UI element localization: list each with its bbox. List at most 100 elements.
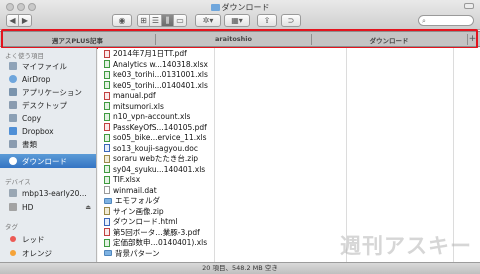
- xls-file-icon: [104, 238, 110, 247]
- xls-file-icon: [104, 112, 110, 121]
- columns-icon: ⫼: [165, 15, 170, 25]
- file-row[interactable]: サイン画像.zip: [104, 206, 209, 217]
- view-mode-control: ⊞ ☰ ⫼ ▭: [137, 14, 187, 27]
- sidebar: よく使う項目 マイファイル AirDrop アプリケーション デスクトップ Co…: [0, 48, 97, 262]
- xls-file-icon: [104, 175, 110, 184]
- chevron-left-icon: ◀: [9, 15, 16, 25]
- all-my-files-icon: [9, 62, 17, 70]
- sidebar-item-airdrop[interactable]: AirDrop: [0, 73, 96, 85]
- sidebar-item-tag-red[interactable]: レッド: [0, 233, 96, 245]
- window-title: ダウンロード: [0, 2, 480, 13]
- share-button[interactable]: ⇪: [257, 14, 277, 27]
- status-bar: 20 項目、548.2 MB 空き: [0, 262, 480, 274]
- file-row[interactable]: エモフォルダ: [104, 195, 209, 206]
- xls-file-icon: [104, 60, 110, 68]
- icon-view-button[interactable]: ⊞: [138, 15, 150, 26]
- pdf-file-icon: [104, 228, 110, 236]
- file-row[interactable]: ダウンロード.html: [104, 216, 209, 227]
- tags-heading: タグ: [5, 223, 18, 231]
- file-row[interactable]: manual.pdf: [104, 90, 209, 101]
- file-name: ダウンロード.html: [113, 217, 178, 226]
- arrange-icon: ▦▾: [231, 15, 243, 25]
- chevron-right-icon: ▶: [21, 15, 29, 25]
- forward-button[interactable]: ▶: [19, 15, 31, 26]
- quick-look-button[interactable]: ◉: [112, 14, 132, 27]
- red-tag-icon: [10, 236, 16, 242]
- back-forward-control: ◀ ▶: [6, 14, 32, 27]
- xls-file-icon: [104, 133, 110, 142]
- list-view-button[interactable]: ☰: [150, 15, 162, 26]
- file-name: soraru webたたき台.zip: [113, 154, 199, 163]
- cover-flow-button[interactable]: ▭: [174, 15, 186, 26]
- file-row[interactable]: TIF.xlsx: [104, 174, 209, 185]
- xls-file-icon: [104, 165, 110, 173]
- file-name: 定価部数申…0140401).xls: [113, 238, 208, 247]
- file-name: sy04_syuku...140401.xls: [113, 164, 206, 174]
- grid-icon: ⊞: [140, 15, 147, 25]
- file-row[interactable]: so05_bike...ervice_11.xls: [104, 132, 209, 143]
- toolbar-toggle-button[interactable]: [464, 3, 474, 9]
- file-row[interactable]: mitsumori.xls: [104, 101, 209, 112]
- dropbox-icon: [9, 127, 17, 135]
- file-row[interactable]: 第5回ボータ…業豚-3.pdf: [104, 227, 209, 238]
- file-row[interactable]: 定価部数申…0140401).xls: [104, 237, 209, 248]
- sidebar-item-downloads[interactable]: ダウンロード: [0, 154, 96, 168]
- documents-icon: [9, 140, 17, 148]
- file-name: エモフォルダ: [115, 196, 160, 205]
- copy-folder-icon: [9, 114, 17, 122]
- file-row[interactable]: soraru webたたき台.zip: [104, 153, 209, 164]
- sidebar-item-desktop[interactable]: デスクトップ: [0, 99, 96, 111]
- file-row[interactable]: Analytics w...140318.xlsx: [104, 59, 209, 70]
- sidebar-item-hd[interactable]: HD ⏏: [0, 201, 96, 213]
- edit-tags-button[interactable]: ⊃: [281, 14, 301, 27]
- doc-file-icon: [104, 217, 110, 226]
- watermark-logo: 週刊アスキー: [340, 234, 472, 258]
- file-name: so05_bike...ervice_11.xls: [113, 133, 207, 142]
- sidebar-item-dropbox[interactable]: Dropbox: [0, 125, 96, 137]
- orange-tag-icon: [10, 250, 16, 256]
- pdf-file-icon: [104, 91, 110, 100]
- file-name: TIF.xlsx: [113, 175, 141, 184]
- back-button[interactable]: ◀: [7, 15, 19, 26]
- hard-drive-icon: [9, 203, 17, 211]
- sidebar-item-tag-orange[interactable]: オレンジ: [0, 247, 96, 259]
- file-row[interactable]: n10_vpn-account.xls: [104, 111, 209, 122]
- file-name: ke05_torihi...0140401.xls: [113, 80, 208, 90]
- sidebar-item-all-my-files[interactable]: マイファイル: [0, 60, 96, 72]
- pdf-file-icon: [104, 123, 110, 131]
- file-row[interactable]: ke05_torihi...0140401.xls: [104, 80, 209, 91]
- sidebar-item-documents[interactable]: 書類: [0, 138, 96, 150]
- file-row[interactable]: winmail.dat: [104, 185, 209, 196]
- file-name: ke03_torihi...0131001.xls: [113, 70, 208, 79]
- downloads-icon: [9, 157, 17, 165]
- file-row[interactable]: PassKeyOfS...140105.pdf: [104, 122, 209, 133]
- eject-icon[interactable]: ⏏: [85, 204, 91, 211]
- folder-icon: [104, 197, 112, 204]
- share-icon: ⇪: [263, 15, 271, 25]
- list-icon: ☰: [151, 15, 160, 25]
- file-row[interactable]: ke03_torihi...0131001.xls: [104, 69, 209, 80]
- file-row[interactable]: 2014年7月1日TT.pdf: [104, 48, 209, 59]
- action-menu-button[interactable]: ✲▾: [195, 14, 221, 27]
- arrange-menu-button[interactable]: ▦▾: [224, 14, 250, 27]
- pdf-file-icon: [104, 49, 110, 58]
- search-field[interactable]: ⌕: [418, 15, 474, 26]
- zip-file-icon: [104, 154, 110, 163]
- xls-file-icon: [104, 102, 110, 110]
- tab-bar-highlight: [1, 29, 478, 49]
- dat-file-icon: [104, 186, 110, 194]
- file-row[interactable]: so13_kouji-sagyou.doc: [104, 143, 209, 154]
- doc-file-icon: [104, 144, 110, 152]
- folder-icon: [210, 4, 220, 11]
- sidebar-item-applications[interactable]: アプリケーション: [0, 86, 96, 98]
- sidebar-item-copy[interactable]: Copy: [0, 112, 96, 124]
- sidebar-item-mbp13[interactable]: mbp13-early20...: [0, 187, 96, 199]
- file-row[interactable]: sy04_syuku...140401.xls: [104, 164, 209, 175]
- column-divider[interactable]: [214, 48, 215, 262]
- file-row[interactable]: 背景パターン: [104, 248, 209, 259]
- column-view-button[interactable]: ⫼: [162, 15, 174, 26]
- airdrop-icon: [9, 75, 17, 83]
- cover-flow-icon: ▭: [176, 15, 184, 25]
- zip-file-icon: [104, 207, 110, 215]
- favorites-heading: よく使う項目: [5, 52, 44, 60]
